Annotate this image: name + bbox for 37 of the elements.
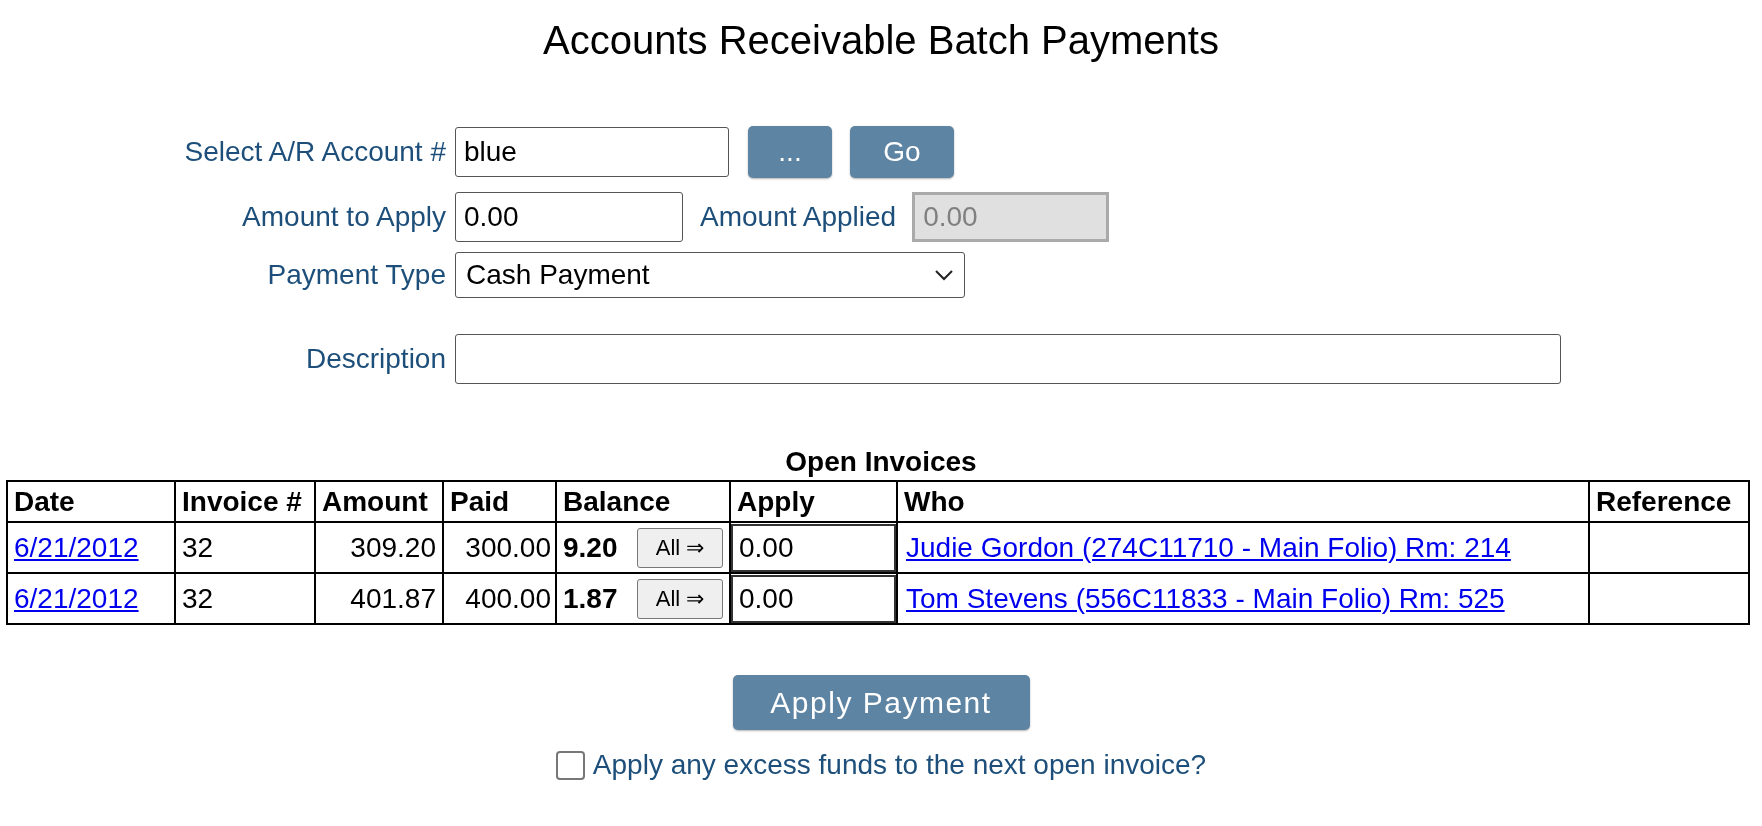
apply-input[interactable]: 0.00 <box>731 523 896 572</box>
table-cell: 400.00 <box>443 573 556 624</box>
column-header: Paid <box>443 481 556 522</box>
chevron-down-icon <box>934 269 954 281</box>
field-label: Select A/R Account # <box>183 135 447 169</box>
checkbox-label: Apply any excess funds to the next open invoice? <box>592 748 1207 782</box>
column-header: Apply <box>730 481 897 522</box>
column-header: Date <box>7 481 175 522</box>
lookup-button[interactable]: ... <box>748 126 832 178</box>
account-input[interactable]: blue <box>455 127 729 177</box>
apply-input[interactable]: 0.00 <box>731 574 896 623</box>
all-button[interactable]: All ⇒ <box>637 527 723 568</box>
table-cell: 300.00 <box>443 522 556 573</box>
column-header: Reference <box>1589 481 1749 522</box>
amount-input[interactable]: 0.00 <box>455 192 683 242</box>
table-title: Open Invoices <box>785 445 977 479</box>
field-label: Payment Type <box>266 258 447 292</box>
table-cell: 32 <box>175 522 315 573</box>
page-title: Accounts Receivable Batch Payments <box>543 17 1219 64</box>
column-header: Balance <box>556 481 730 522</box>
column-header: Invoice # <box>175 481 315 522</box>
go-button[interactable]: Go <box>850 126 954 178</box>
payment-type-select[interactable]: Cash Payment <box>455 252 965 298</box>
column-header: Who <box>897 481 1589 522</box>
all-button[interactable]: All ⇒ <box>637 578 723 619</box>
table-cell: 32 <box>175 573 315 624</box>
field-label: Amount Applied <box>700 200 897 234</box>
field-label: Amount to Apply <box>241 200 447 234</box>
field-label: Description <box>304 342 447 376</box>
table-cell: 401.87 <box>315 573 443 624</box>
description-input[interactable] <box>455 334 1561 384</box>
apply-payment-button[interactable]: Apply Payment <box>732 675 1030 730</box>
column-header: Amount <box>315 481 443 522</box>
table-cell: 309.20 <box>315 522 443 573</box>
excess-checkbox[interactable] <box>555 750 585 780</box>
balance-value: 1.87 <box>563 581 618 616</box>
balance-value: 9.20 <box>563 530 618 565</box>
